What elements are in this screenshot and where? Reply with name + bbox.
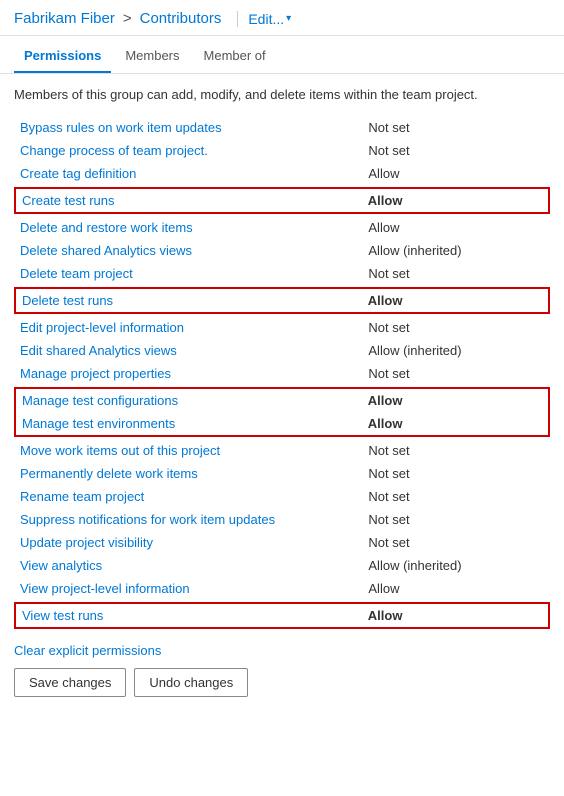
permission-value: Not set <box>362 462 550 485</box>
permission-value: Allow <box>362 389 548 412</box>
table-row: View project-level informationAllow <box>14 577 550 600</box>
action-buttons: Save changes Undo changes <box>14 668 550 697</box>
breadcrumb-separator: > <box>123 10 132 27</box>
permission-name[interactable]: Delete team project <box>14 262 362 285</box>
permission-name[interactable]: View analytics <box>14 554 362 577</box>
permission-name[interactable]: Rename team project <box>14 485 362 508</box>
header: Fabrikam Fiber > Contributors Edit... ▾ <box>0 0 564 36</box>
table-row: View analyticsAllow (inherited) <box>14 554 550 577</box>
permission-value: Allow <box>362 412 548 435</box>
permission-name[interactable]: Move work items out of this project <box>14 439 362 462</box>
table-row: Create tag definitionAllow <box>14 162 550 185</box>
permission-value: Allow <box>362 604 548 627</box>
permission-name[interactable]: Bypass rules on work item updates <box>14 116 362 139</box>
permission-value: Allow <box>362 289 548 312</box>
table-row: Update project visibilityNot set <box>14 531 550 554</box>
permission-name[interactable]: Update project visibility <box>14 531 362 554</box>
table-row: Create test runsAllow <box>16 189 548 212</box>
table-row: Edit project-level informationNot set <box>14 316 550 339</box>
permission-value: Not set <box>362 116 550 139</box>
clear-permissions-link[interactable]: Clear explicit permissions <box>14 643 550 658</box>
group-description: Members of this group can add, modify, a… <box>14 86 550 104</box>
table-row: Delete test runsAllow <box>16 289 548 312</box>
permission-name[interactable]: Delete test runs <box>16 289 362 312</box>
permission-value: Allow <box>362 162 550 185</box>
permission-value: Allow (inherited) <box>362 554 550 577</box>
table-row: Delete team projectNot set <box>14 262 550 285</box>
table-row: Delete and restore work itemsAllow <box>14 216 550 239</box>
table-row: Move work items out of this projectNot s… <box>14 439 550 462</box>
tabs-container: Permissions Members Member of <box>0 40 564 74</box>
permission-value: Allow <box>362 189 548 212</box>
save-button[interactable]: Save changes <box>14 668 126 697</box>
table-row: Permanently delete work itemsNot set <box>14 462 550 485</box>
permission-name[interactable]: Manage test environments <box>16 412 362 435</box>
permission-name[interactable]: Change process of team project. <box>14 139 362 162</box>
table-row: View test runsAllow <box>16 604 548 627</box>
permission-value: Not set <box>362 139 550 162</box>
permission-name[interactable]: Create tag definition <box>14 162 362 185</box>
permission-value: Allow (inherited) <box>362 339 550 362</box>
tab-members[interactable]: Members <box>115 40 189 73</box>
table-row: Suppress notifications for work item upd… <box>14 508 550 531</box>
chevron-down-icon: ▾ <box>286 13 291 24</box>
table-row: Delete shared Analytics viewsAllow (inhe… <box>14 239 550 262</box>
main-content: Members of this group can add, modify, a… <box>0 74 564 709</box>
permission-value: Allow (inherited) <box>362 239 550 262</box>
permission-value: Not set <box>362 508 550 531</box>
tab-permissions[interactable]: Permissions <box>14 40 111 73</box>
permission-name[interactable]: Suppress notifications for work item upd… <box>14 508 362 531</box>
permission-name[interactable]: Edit project-level information <box>14 316 362 339</box>
table-row: Bypass rules on work item updatesNot set <box>14 116 550 139</box>
permission-name[interactable]: Delete shared Analytics views <box>14 239 362 262</box>
permission-name[interactable]: Manage project properties <box>14 362 362 385</box>
permission-name[interactable]: Delete and restore work items <box>14 216 362 239</box>
breadcrumb-group[interactable]: Contributors <box>140 10 222 27</box>
permission-value: Allow <box>362 577 550 600</box>
undo-button[interactable]: Undo changes <box>134 668 248 697</box>
table-row: Rename team projectNot set <box>14 485 550 508</box>
permission-value: Not set <box>362 531 550 554</box>
table-row: Manage test environmentsAllow <box>16 412 548 435</box>
permissions-list: Bypass rules on work item updatesNot set… <box>14 116 550 629</box>
table-row: Manage test configurationsAllow <box>16 389 548 412</box>
table-row: Edit shared Analytics viewsAllow (inheri… <box>14 339 550 362</box>
header-edit-dropdown[interactable]: Edit... ▾ <box>237 11 291 27</box>
permission-name[interactable]: View project-level information <box>14 577 362 600</box>
permission-value: Allow <box>362 216 550 239</box>
tab-member-of[interactable]: Member of <box>194 40 276 73</box>
permission-value: Not set <box>362 262 550 285</box>
permission-name[interactable]: Manage test configurations <box>16 389 362 412</box>
edit-label: Edit... <box>248 11 284 27</box>
permission-name[interactable]: Edit shared Analytics views <box>14 339 362 362</box>
permission-name[interactable]: View test runs <box>16 604 362 627</box>
permission-value: Not set <box>362 362 550 385</box>
permission-name[interactable]: Permanently delete work items <box>14 462 362 485</box>
table-row: Change process of team project.Not set <box>14 139 550 162</box>
table-row: Manage project propertiesNot set <box>14 362 550 385</box>
breadcrumb-org[interactable]: Fabrikam Fiber <box>14 10 115 27</box>
permission-value: Not set <box>362 316 550 339</box>
permission-value: Not set <box>362 439 550 462</box>
permission-name[interactable]: Create test runs <box>16 189 362 212</box>
permission-value: Not set <box>362 485 550 508</box>
